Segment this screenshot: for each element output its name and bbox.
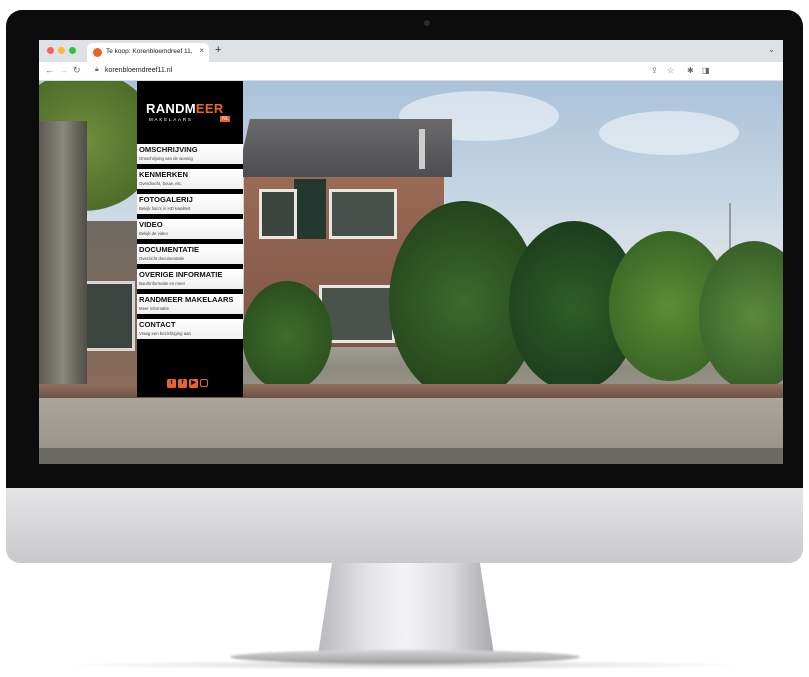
bookmark-star-icon[interactable]: ☆ [667, 65, 674, 76]
menu-item-documentatie[interactable]: DOCUMENTATIE Overzicht documentatie [137, 244, 243, 264]
menu-item-kenmerken[interactable]: KENMERKEN Overdracht, bouw, etc. [137, 169, 243, 189]
menu-item-title: FOTOGALERIJ [139, 195, 193, 204]
sidewalk [39, 398, 783, 448]
menu-item-title: KENMERKEN [139, 170, 188, 179]
menu-item-video[interactable]: VIDEO Bekijk de video [137, 219, 243, 239]
house-panel [294, 179, 326, 239]
screen: Te koop: Korenbloemdreef 11, × + ⌄ ← → ↻… [39, 40, 783, 464]
monitor-stand-foot [230, 650, 580, 664]
share-icon[interactable]: ⇪ [651, 65, 658, 76]
lock-icon[interactable]: 🔒︎ [95, 66, 99, 74]
site-menu: OMSCHRIJVING Omschrijving van de woning … [137, 144, 243, 344]
minimize-window-button[interactable] [58, 47, 65, 54]
monitor-stand [318, 563, 494, 655]
tab-title: Te koop: Korenbloemdreef 11, [106, 48, 192, 55]
menu-item-subtitle: Omschrijving van de woning [139, 156, 193, 161]
menu-item-contact[interactable]: CONTACT Vraag een bezichtiging aan [137, 319, 243, 339]
browser-tab-bar: Te koop: Korenbloemdreef 11, × + ⌄ [39, 40, 783, 62]
maximize-window-button[interactable] [69, 47, 76, 54]
menu-item-title: OVERIGE INFORMATIE [139, 270, 223, 279]
menu-item-subtitle: Bekijk de video [139, 231, 168, 236]
browser-toolbar: ← → ↻ 🔒︎ korenbloemdreef11.nl ⇪ ☆ ✱ ◨ [39, 62, 783, 81]
camera-icon [424, 20, 430, 26]
address-bar[interactable]: korenbloemdreef11.nl [105, 66, 172, 76]
menu-item-subtitle: Meer informatie [139, 306, 169, 311]
menu-item-title: CONTACT [139, 320, 176, 329]
randmeer-logo[interactable]: RANDMEER MAKELAARS NL [137, 97, 243, 127]
extensions-puzzle-icon[interactable]: ✱ [687, 65, 694, 76]
menu-item-subtitle: Buurtinformatie en meer [139, 281, 186, 286]
chimney [419, 129, 425, 169]
shrub [242, 281, 332, 391]
house-window [259, 189, 297, 239]
forward-arrow-icon[interactable]: → [59, 65, 68, 76]
house-window [329, 189, 397, 239]
menu-item-subtitle: Vraag een bezichtiging aan [139, 331, 191, 336]
instagram-icon[interactable] [200, 379, 208, 387]
menu-item-title: RANDMEER MAKELAARS [139, 295, 234, 304]
logo-nl: NL [220, 116, 231, 122]
menu-item-fotogalerij[interactable]: FOTOGALERIJ Bekijk foto's in HD kwalitei… [137, 194, 243, 214]
menu-item-subtitle: Overdracht, bouw, etc. [139, 181, 182, 186]
side-panel-icon[interactable]: ◨ [702, 65, 710, 76]
twitter-icon[interactable]: t [167, 379, 176, 388]
menu-item-omschrijving[interactable]: OMSCHRIJVING Omschrijving van de woning [137, 144, 243, 164]
page-content: RANDMEER MAKELAARS NL OMSCHRIJVING Omsch… [39, 81, 783, 464]
new-tab-button[interactable]: + [215, 43, 221, 57]
youtube-icon[interactable]: ▶ [189, 379, 198, 388]
menu-item-title: VIDEO [139, 220, 163, 229]
logo-subtitle: MAKELAARS [149, 117, 193, 122]
menu-item-title: OMSCHRIJVING [139, 145, 198, 154]
menu-item-randmeer-makelaars[interactable]: RANDMEER MAKELAARS Meer informatie [137, 294, 243, 314]
curb [39, 448, 783, 464]
browser-tab[interactable]: Te koop: Korenbloemdreef 11, × [87, 43, 209, 62]
monitor-chin [6, 488, 803, 563]
tab-close-button[interactable]: × [199, 46, 204, 56]
reload-icon[interactable]: ↻ [73, 65, 81, 76]
facebook-icon[interactable]: f [178, 379, 187, 388]
favicon-icon [93, 48, 102, 57]
close-window-button[interactable] [47, 47, 54, 54]
menu-item-subtitle: Overzicht documentatie [139, 256, 185, 261]
logo-wordmark: RANDMEER [146, 101, 224, 116]
site-sidebar: RANDMEER MAKELAARS NL OMSCHRIJVING Omsch… [137, 81, 243, 397]
back-arrow-icon[interactable]: ← [45, 65, 54, 76]
chevron-down-icon[interactable]: ⌄ [768, 45, 775, 54]
menu-item-title: DOCUMENTATIE [139, 245, 200, 254]
menu-item-overige-informatie[interactable]: OVERIGE INFORMATIE Buurtinformatie en me… [137, 269, 243, 289]
cloud [599, 111, 739, 155]
menu-item-subtitle: Bekijk foto's in HD kwaliteit [139, 206, 191, 211]
